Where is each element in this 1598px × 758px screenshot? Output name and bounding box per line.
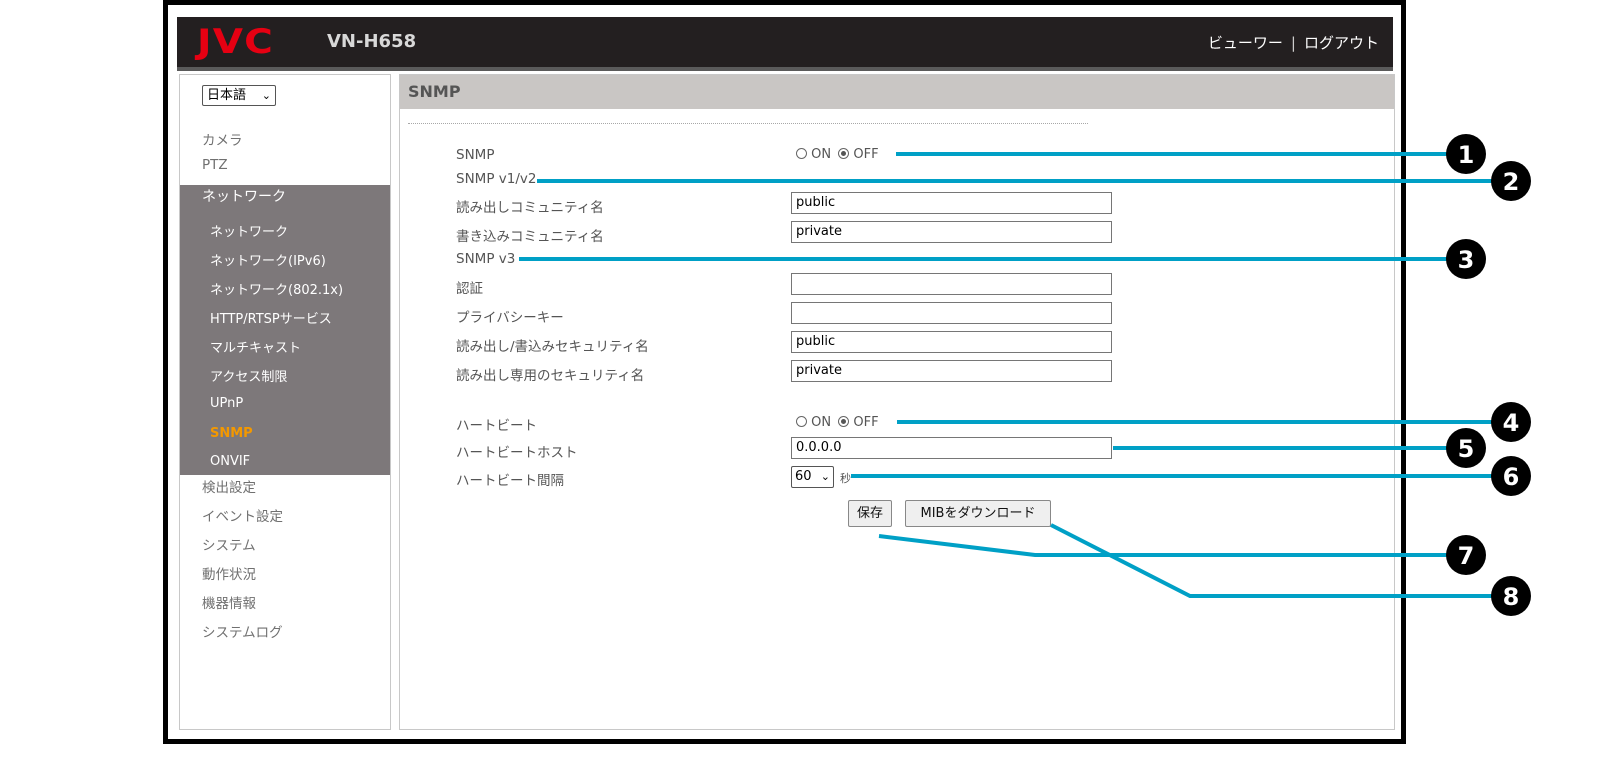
callout-1: 1 [1446,134,1486,174]
callout-6: 6 [1491,456,1531,496]
callout-2: 2 [1491,161,1531,201]
callout-overlay: 1 2 3 4 5 6 7 8 [519,134,1531,616]
callout-line-8 [1050,523,1511,598]
callout-3-number: 3 [1458,246,1475,274]
callout-5-number: 5 [1458,435,1475,463]
callout-8-number: 8 [1503,583,1520,611]
callout-7-number: 7 [1458,542,1475,570]
callout-line-7 [878,534,1466,557]
callout-4-number: 4 [1503,409,1520,437]
callout-lines [519,152,1511,598]
callout-6-number: 6 [1503,463,1520,491]
callout-7: 7 [1446,535,1486,575]
callout-4: 4 [1491,402,1531,442]
callout-3: 3 [1446,239,1486,279]
callout-5: 5 [1446,428,1486,468]
callout-1-number: 1 [1458,141,1475,169]
callout-2-number: 2 [1503,168,1520,196]
callout-8: 8 [1491,576,1531,616]
